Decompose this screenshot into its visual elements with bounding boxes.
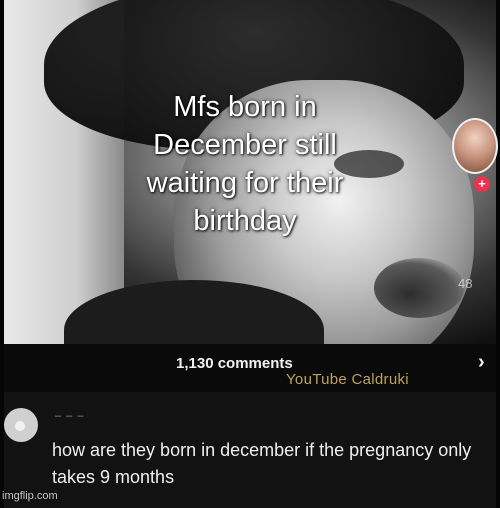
comments-count[interactable]: 1,130 comments (176, 355, 293, 372)
commenter-username[interactable]: – – – (55, 410, 84, 422)
follow-plus-icon[interactable]: + (474, 176, 490, 192)
video-caption: Mfs born in December still waiting for t… (146, 91, 344, 237)
meme-frame: Mfs born in December still waiting for t… (0, 0, 500, 508)
comment-text: how are they born in december if the pre… (52, 440, 472, 487)
person-nose (374, 258, 464, 318)
like-count: 48 (458, 276, 473, 291)
creator-avatar[interactable] (452, 118, 498, 174)
imgflip-watermark: imgflip.com (2, 490, 58, 502)
youtube-watermark: YouTube Caldruki (286, 371, 409, 388)
avatar-placeholder-icon (15, 421, 25, 431)
chevron-right-icon[interactable]: › (478, 351, 485, 374)
